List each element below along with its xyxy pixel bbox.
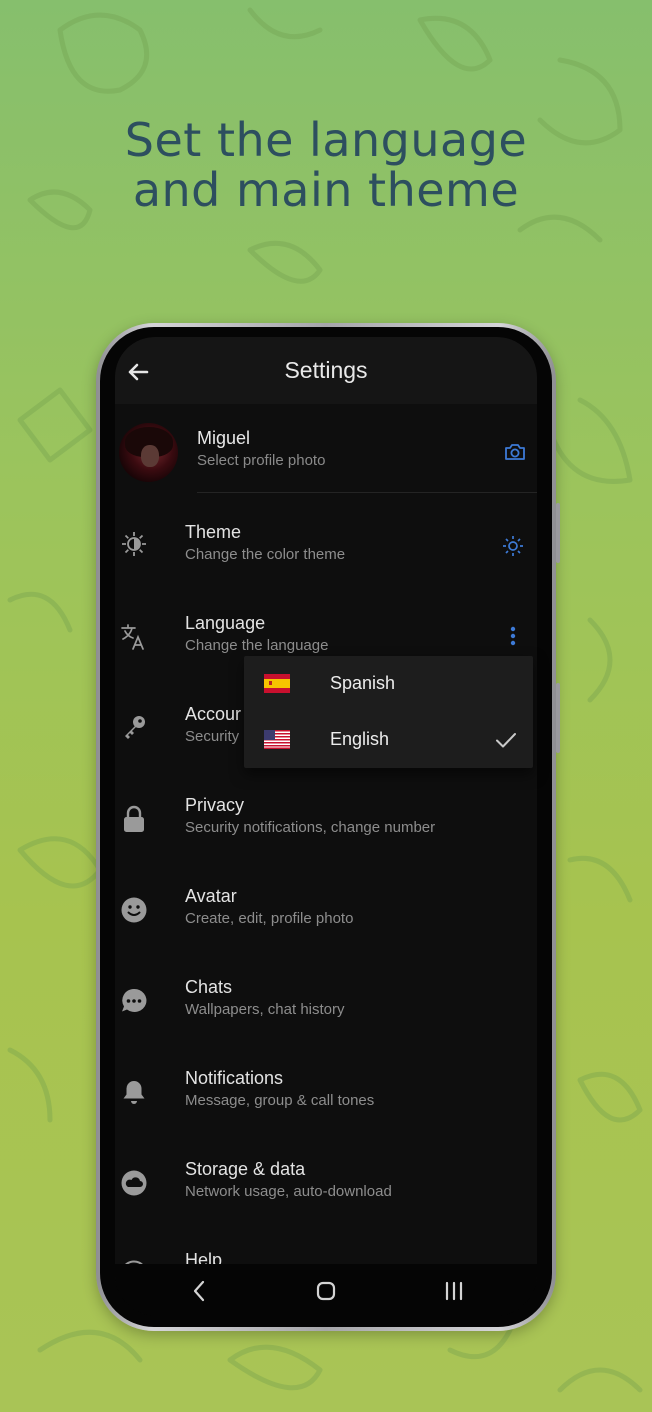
settings-row-storage[interactable]: Storage & data Network usage, auto-downl…: [115, 1136, 537, 1227]
settings-row-avatar[interactable]: Avatar Create, edit, profile photo: [115, 863, 537, 954]
avatar[interactable]: [119, 423, 178, 482]
headline-line-2: and main theme: [132, 163, 520, 217]
profile-subtitle: Select profile photo: [197, 452, 326, 469]
profile-name: Miguel: [197, 428, 251, 448]
spain-flag-icon: [264, 674, 290, 693]
privacy-subtitle: Security notifications, change number: [185, 819, 436, 836]
account-subtitle: Security: [185, 728, 240, 745]
phone-screen: Settings Miguel Select profile photo The…: [115, 337, 537, 1316]
avatar-title: Avatar: [185, 886, 237, 906]
theme-title: Theme: [185, 522, 242, 542]
chats-subtitle: Wallpapers, chat history: [185, 1001, 345, 1018]
language-option-english[interactable]: English: [244, 712, 533, 768]
nav-recents-icon[interactable]: [441, 1278, 467, 1304]
profile-row[interactable]: Miguel Select profile photo: [115, 404, 537, 492]
chat-bubble-icon: [122, 988, 147, 1012]
language-subtitle: Change the language: [185, 637, 329, 654]
page-title: Settings: [284, 357, 368, 383]
settings-row-chats[interactable]: Chats Wallpapers, chat history: [115, 954, 537, 1045]
theme-subtitle: Change the color theme: [185, 546, 346, 563]
language-menu: Spanish English: [244, 656, 533, 768]
sun-icon[interactable]: [501, 534, 525, 558]
avatar-subtitle: Create, edit, profile photo: [185, 910, 354, 927]
brightness-icon: [122, 532, 146, 556]
cloud-icon: [121, 1170, 147, 1196]
camera-icon[interactable]: [503, 441, 527, 463]
language-option-label: English: [330, 729, 390, 749]
privacy-title: Privacy: [185, 795, 245, 815]
system-nav-bar: [115, 1264, 537, 1316]
headline-line-1: Set the language: [124, 113, 528, 167]
language-option-spanish[interactable]: Spanish: [244, 656, 533, 712]
volume-button: [556, 503, 560, 563]
settings-row-privacy[interactable]: Privacy Security notifications, change n…: [115, 772, 537, 863]
settings-row-notifications[interactable]: Notifications Message, group & call tone…: [115, 1045, 537, 1136]
app-bar: Settings: [115, 337, 537, 404]
more-vert-icon[interactable]: [501, 624, 525, 648]
language-title: Language: [185, 613, 266, 633]
smiley-icon: [121, 897, 147, 923]
notifications-title: Notifications: [185, 1068, 284, 1088]
key-icon: [125, 716, 145, 739]
settings-row-theme[interactable]: Theme Change the color theme: [115, 499, 537, 590]
chats-title: Chats: [185, 977, 233, 997]
account-title: Accour: [185, 704, 242, 724]
power-button: [556, 683, 560, 753]
translate-icon: [121, 624, 144, 650]
language-option-label: Spanish: [330, 673, 396, 693]
lock-icon: [124, 805, 144, 832]
checkmark-icon: [496, 733, 516, 748]
us-flag-icon: [264, 730, 290, 749]
notifications-subtitle: Message, group & call tones: [185, 1092, 375, 1109]
divider: [197, 492, 537, 493]
bell-icon: [123, 1081, 145, 1104]
nav-back-icon[interactable]: [187, 1278, 213, 1304]
storage-subtitle: Network usage, auto-download: [185, 1183, 392, 1200]
nav-home-icon[interactable]: [313, 1278, 339, 1304]
storage-title: Storage & data: [185, 1159, 306, 1179]
